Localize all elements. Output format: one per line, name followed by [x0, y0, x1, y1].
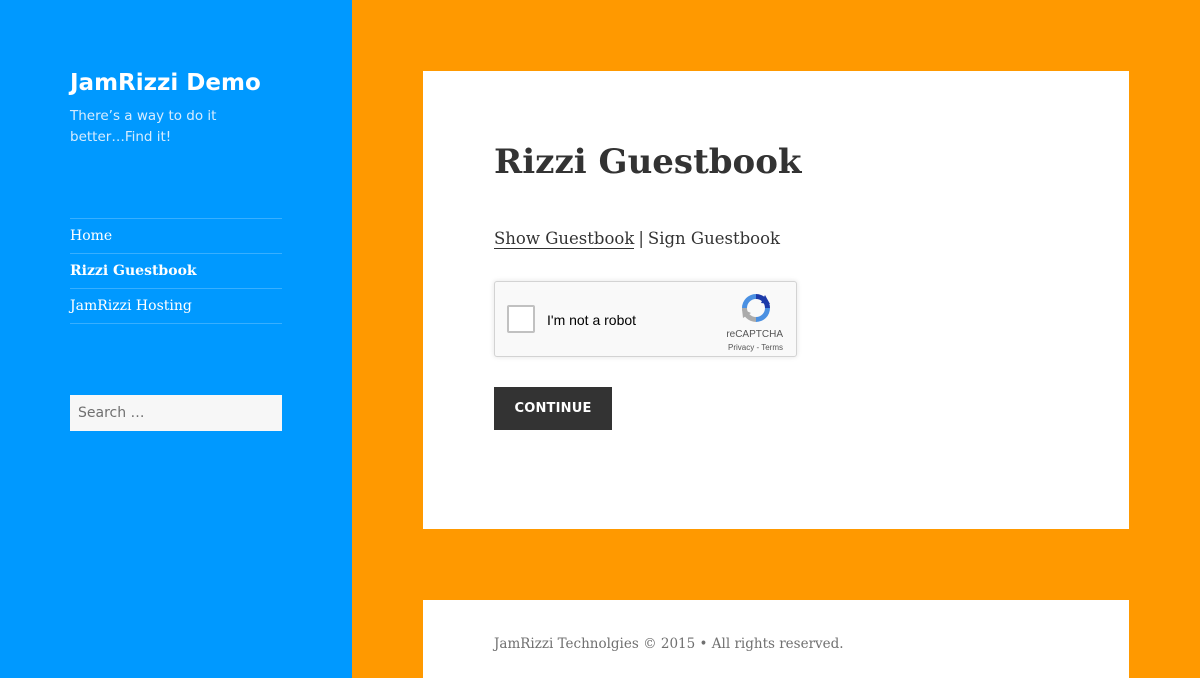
footer-copyright: JamRizzi Technolgies © 2015 • All rights… — [494, 636, 844, 652]
site-tagline: There’s a way to do it better…Find it! — [70, 108, 217, 145]
site-title[interactable]: JamRizzi Demo — [70, 70, 261, 96]
content-card: Rizzi Guestbook Show Guestbook | Sign Gues… — [423, 71, 1129, 529]
recaptcha-terms-link[interactable]: Terms — [761, 343, 783, 352]
nav-item-rizzi-guestbook[interactable]: Rizzi Guestbook — [70, 254, 282, 289]
nav-item-jamrizzi-hosting[interactable]: JamRizzi Hosting — [70, 289, 282, 324]
page-title: Rizzi Guestbook — [494, 142, 802, 182]
search-input[interactable] — [70, 395, 282, 431]
main-nav: Home Rizzi Guestbook JamRizzi Hosting — [70, 218, 282, 324]
sidebar: JamRizzi Demo There’s a way to do it bet… — [0, 0, 352, 678]
recaptcha-logo-icon — [742, 294, 770, 322]
recaptcha-terms: Privacy - Terms — [728, 343, 783, 352]
recaptcha-privacy-link[interactable]: Privacy — [728, 343, 754, 352]
continue-button[interactable]: CONTINUE — [494, 387, 612, 430]
nav-item-home[interactable]: Home — [70, 219, 282, 254]
site-footer: JamRizzi Technolgies © 2015 • All rights… — [423, 600, 1129, 678]
recaptcha-label: I'm not a robot — [547, 312, 637, 328]
recaptcha-widget: I'm not a robot reCAPTCHA Privacy - Term… — [494, 281, 797, 357]
link-separator: | — [638, 229, 644, 248]
guestbook-links: Show Guestbook | Sign Guestbook — [494, 229, 780, 249]
sign-guestbook-link[interactable]: Sign Guestbook — [648, 229, 780, 248]
recaptcha-brand: reCAPTCHA — [726, 329, 783, 340]
recaptcha-checkbox[interactable] — [507, 305, 535, 333]
show-guestbook-link[interactable]: Show Guestbook — [494, 229, 635, 249]
